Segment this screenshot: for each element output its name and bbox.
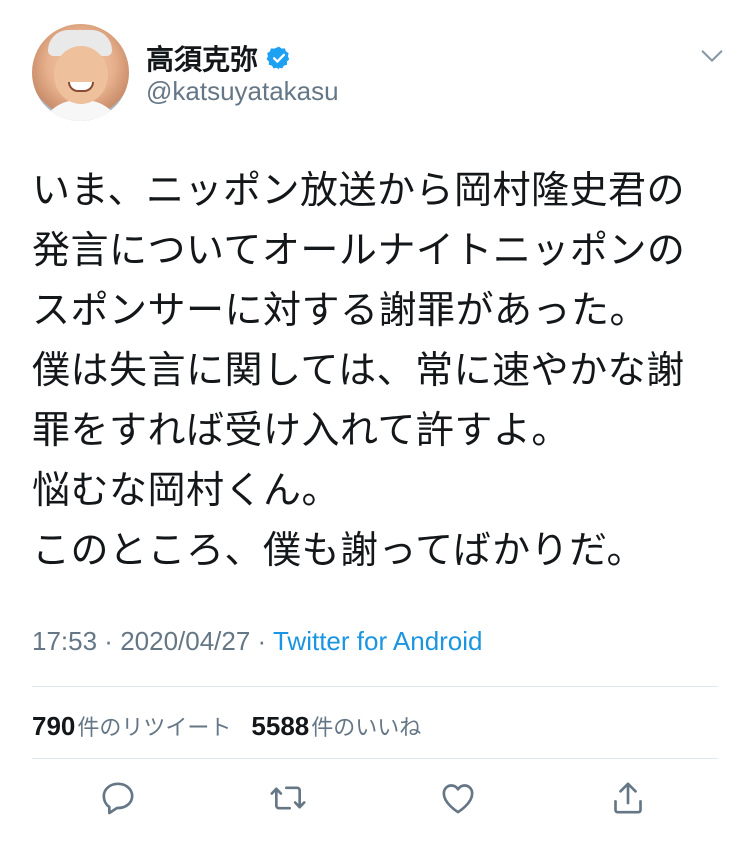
retweet-count[interactable]: 790 (32, 711, 75, 742)
verified-badge-icon (266, 45, 292, 71)
retweet-icon (268, 778, 308, 822)
like-count[interactable]: 5588 (251, 711, 309, 742)
tweet-time[interactable]: 17:53 (32, 626, 97, 656)
tweet-text-line: いま、ニッポン放送から岡村隆史君の (32, 168, 685, 212)
avatar-face (54, 46, 108, 104)
meta-separator: · (97, 626, 121, 656)
like-button[interactable] (436, 778, 480, 822)
divider (32, 686, 718, 687)
retweet-count-label[interactable]: 件のリツイート (77, 710, 231, 742)
tweet-date[interactable]: 2020/04/27 (120, 626, 250, 656)
name-row: 高須克弥 (146, 38, 292, 78)
tweet-text-line: 発言についてオールナイトニッポンの (32, 228, 686, 272)
divider (32, 758, 718, 759)
reply-button[interactable] (96, 778, 140, 822)
tweet-meta: 17:53 · 2020/04/27 · Twitter for Android (32, 626, 483, 657)
retweet-button[interactable] (266, 778, 310, 822)
user-handle[interactable]: @katsuyatakasu (146, 76, 339, 107)
avatar[interactable] (32, 24, 129, 121)
tweet-text-line: 罪をすれば受け入れて許すよ。 (32, 408, 570, 452)
reply-icon (98, 778, 138, 822)
tweet-text-line: 僕は失言に関しては、常に速やかな謝 (32, 348, 685, 392)
action-bar (0, 778, 750, 834)
share-button[interactable] (606, 778, 650, 822)
tweet-header: 高須克弥 @katsuyatakasu (32, 24, 723, 124)
tweet-card: 高須克弥 @katsuyatakasu いま、ニッポン放送から岡村隆史君の 発言… (0, 0, 750, 842)
tweet-text-line: スポンサーに対する謝罪があった。 (32, 288, 649, 332)
tweet-text-line: 悩むな岡村くん。 (32, 468, 341, 512)
share-icon (608, 778, 648, 822)
meta-separator: · (250, 626, 273, 656)
tweet-source-link[interactable]: Twitter for Android (273, 626, 483, 656)
like-count-label[interactable]: 件のいいね (311, 710, 421, 742)
tweet-text-line: このところ、僕も謝ってばかりだ。 (32, 528, 645, 572)
heart-icon (438, 778, 478, 822)
chevron-down-icon[interactable] (698, 42, 726, 70)
tweet-text: いま、ニッポン放送から岡村隆史君の 発言についてオールナイトニッポンの スポンサ… (32, 160, 722, 580)
tweet-stats: 790 件のリツイート 5588 件のいいね (32, 710, 421, 742)
display-name[interactable]: 高須克弥 (146, 38, 258, 78)
